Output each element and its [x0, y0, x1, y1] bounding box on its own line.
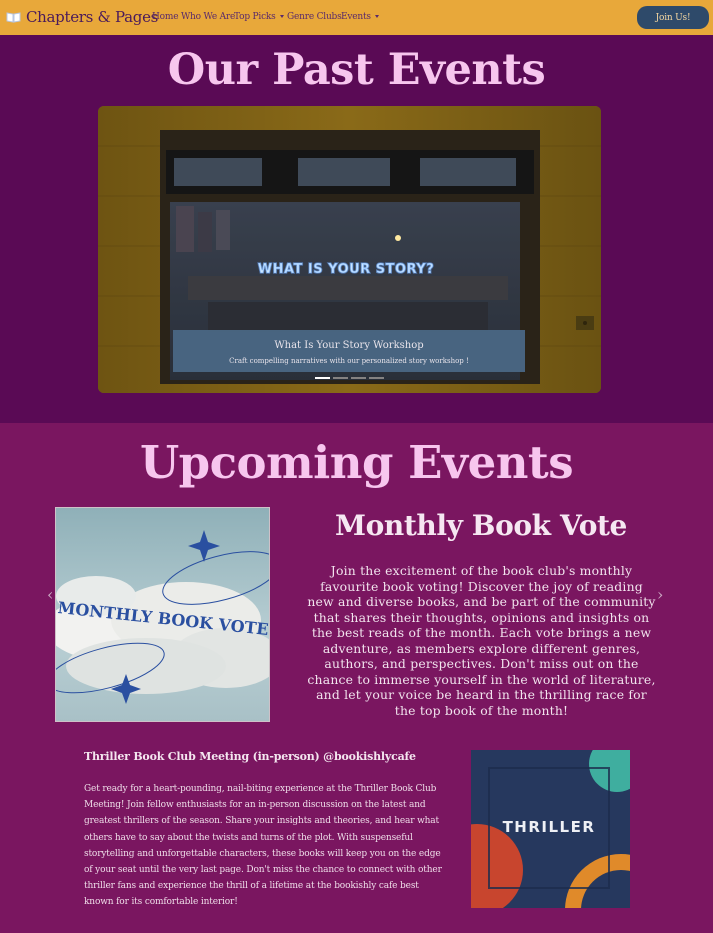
past-events-carousel[interactable]: WHAT IS YOUR STORY? WHAT IS YOUR STORY? … — [98, 106, 601, 393]
join-us-button[interactable]: Join Us! — [637, 6, 709, 29]
monthly-vote-heading: Monthly Book Vote — [335, 509, 627, 542]
caption-text: Craft compelling narratives with our per… — [229, 357, 469, 365]
open-book-icon — [6, 11, 21, 23]
nav-genre-clubs[interactable]: Genre Clubs — [287, 12, 342, 22]
nav-top-picks-label: Top Picks — [234, 12, 276, 22]
chevron-down-icon — [279, 15, 284, 18]
thriller-meeting-heading: Thriller Book Club Meeting (in-person) @… — [84, 750, 416, 763]
chevron-left-icon[interactable]: ‹ — [47, 585, 53, 604]
monthly-vote-description: Join the excitement of the book club's m… — [307, 563, 656, 718]
nav-events-label: Events — [341, 12, 371, 22]
thriller-image: THRILLER — [471, 750, 630, 908]
carousel-indicator[interactable] — [351, 377, 366, 379]
nav-events[interactable]: Events — [341, 12, 379, 22]
carousel-indicator[interactable] — [369, 377, 384, 379]
thriller-meeting-description: Get ready for a heart-pounding, nail-bit… — [84, 784, 442, 908]
upcoming-events-title: Upcoming Events — [139, 436, 574, 489]
brand-name: Chapters & Pages — [26, 8, 159, 26]
navbar: Chapters & Pages Home Who We Are Top Pic… — [0, 0, 713, 35]
caption-title: What Is Your Story Workshop — [274, 340, 424, 351]
nav-top-picks[interactable]: Top Picks — [234, 12, 284, 22]
past-events-title: Our Past Events — [167, 45, 546, 95]
slide-caption: What Is Your Story Workshop Craft compel… — [173, 330, 525, 372]
chevron-down-icon — [374, 15, 379, 18]
carousel-indicator[interactable] — [315, 377, 330, 379]
carousel-indicators — [315, 377, 384, 379]
brand[interactable]: Chapters & Pages — [6, 8, 158, 26]
nav-home[interactable]: Home — [152, 12, 179, 22]
thriller-image-text: THRILLER — [503, 818, 596, 836]
monthly-book-vote-image: MONTHLY BOOK VOTE — [55, 507, 270, 722]
nav-who-we-are[interactable]: Who We Are — [181, 12, 235, 22]
past-events-section: Our Past Events WHAT IS YOUR STORY? WHAT… — [0, 35, 713, 423]
carousel-indicator[interactable] — [333, 377, 348, 379]
neon-sign-glow: WHAT IS YOUR STORY? — [258, 262, 435, 277]
